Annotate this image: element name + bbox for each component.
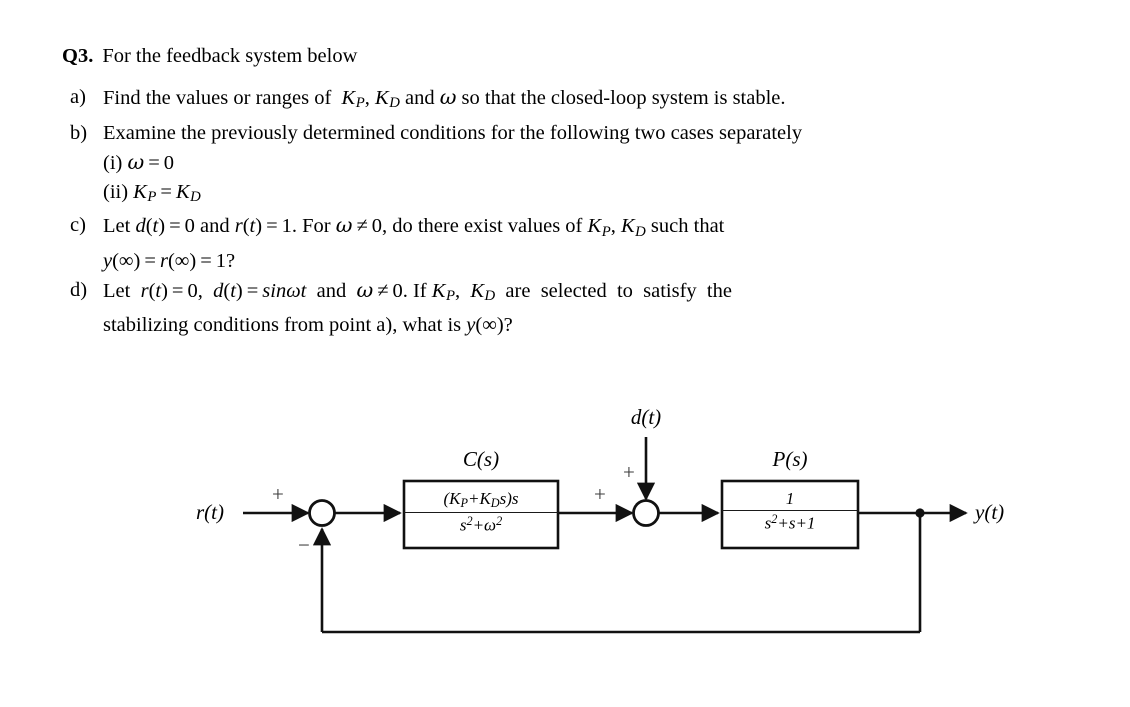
item-marker-c: c) [70, 214, 86, 237]
subitem-i-label: (i) [103, 152, 123, 175]
summing-junction-2 [632, 499, 660, 527]
item-c-text: Let d(t) = 0 and r(t) = 1. For ω ≠ 0, do there… [103, 213, 725, 240]
controller-name-label: C(s) [462, 447, 500, 471]
subitem-ii-expr: KP = KD [133, 180, 201, 205]
question-block: Q3. For the feedback system below a) Find… [62, 42, 1102, 340]
question-heading: Q3. For the feedback system below [62, 42, 1102, 70]
plant-transfer-function: 1 s2+s+1 [722, 489, 858, 534]
item-d-text: Let r(t) = 0, d(t) = sinωt and ω ≠ 0. If KP, K… [103, 277, 732, 304]
item-a-text: Find the values or ranges of KP, KD and … [103, 85, 786, 112]
question-item-b: b) Examine the previously determined con… [62, 119, 1102, 148]
plant-name-label: P(s) [772, 447, 808, 471]
controller-numerator: (KP+KDs)s [404, 489, 558, 514]
subitem-i-expr: ω = 0 [127, 150, 175, 175]
item-marker-a: a) [70, 86, 86, 108]
summing-junction-1 [308, 499, 336, 527]
question-number: Q3. [62, 45, 94, 67]
question-item-c: c) Let d(t) = 0 and r(t) = 1. For ω ≠ 0, do th… [62, 211, 1102, 246]
question-item-c-line2: y(∞) = r(∞) = 1? [103, 250, 236, 273]
controller-denominator: s2+ω2 [459, 514, 503, 535]
feedback-takeoff-node [915, 508, 925, 518]
question-item-a: a) Find the values or ranges of KP, KD a… [62, 83, 1102, 118]
plant-denominator: s2+s+1 [764, 512, 816, 533]
sum1-minus-sign: − [298, 533, 310, 557]
item-b-text: Examine the previously determined condit… [103, 121, 803, 144]
subitem-ii-label: (ii) [103, 180, 129, 203]
item-marker-d: d) [70, 278, 88, 301]
output-signal-label: y(t) [975, 500, 1005, 524]
input-signal-label: r(t) [196, 500, 224, 524]
sum2-plus-left-sign: + [594, 482, 606, 506]
sum1-plus-sign: + [272, 482, 284, 506]
plant-numerator: 1 [722, 489, 858, 511]
question-item-d-line2: stabilizing conditions from point a), wh… [103, 314, 513, 337]
question-item-d: d) Let r(t) = 0, d(t) = sinωt and ω ≠ 0. If KP… [62, 276, 1102, 311]
question-items: a) Find the values or ranges of KP, KD a… [62, 83, 1102, 340]
question-prompt: For the feedback system below [102, 45, 358, 67]
question-subitem-ii: (ii) KP = KD [62, 178, 1102, 212]
question-subitem-i: (i) ω = 0 [62, 148, 1102, 178]
sum2-plus-top-sign: + [623, 460, 635, 484]
disturbance-signal-label: d(t) [630, 405, 662, 429]
controller-transfer-function: (KP+KDs)s s2+ω2 [404, 489, 558, 536]
item-marker-b: b) [70, 121, 88, 144]
